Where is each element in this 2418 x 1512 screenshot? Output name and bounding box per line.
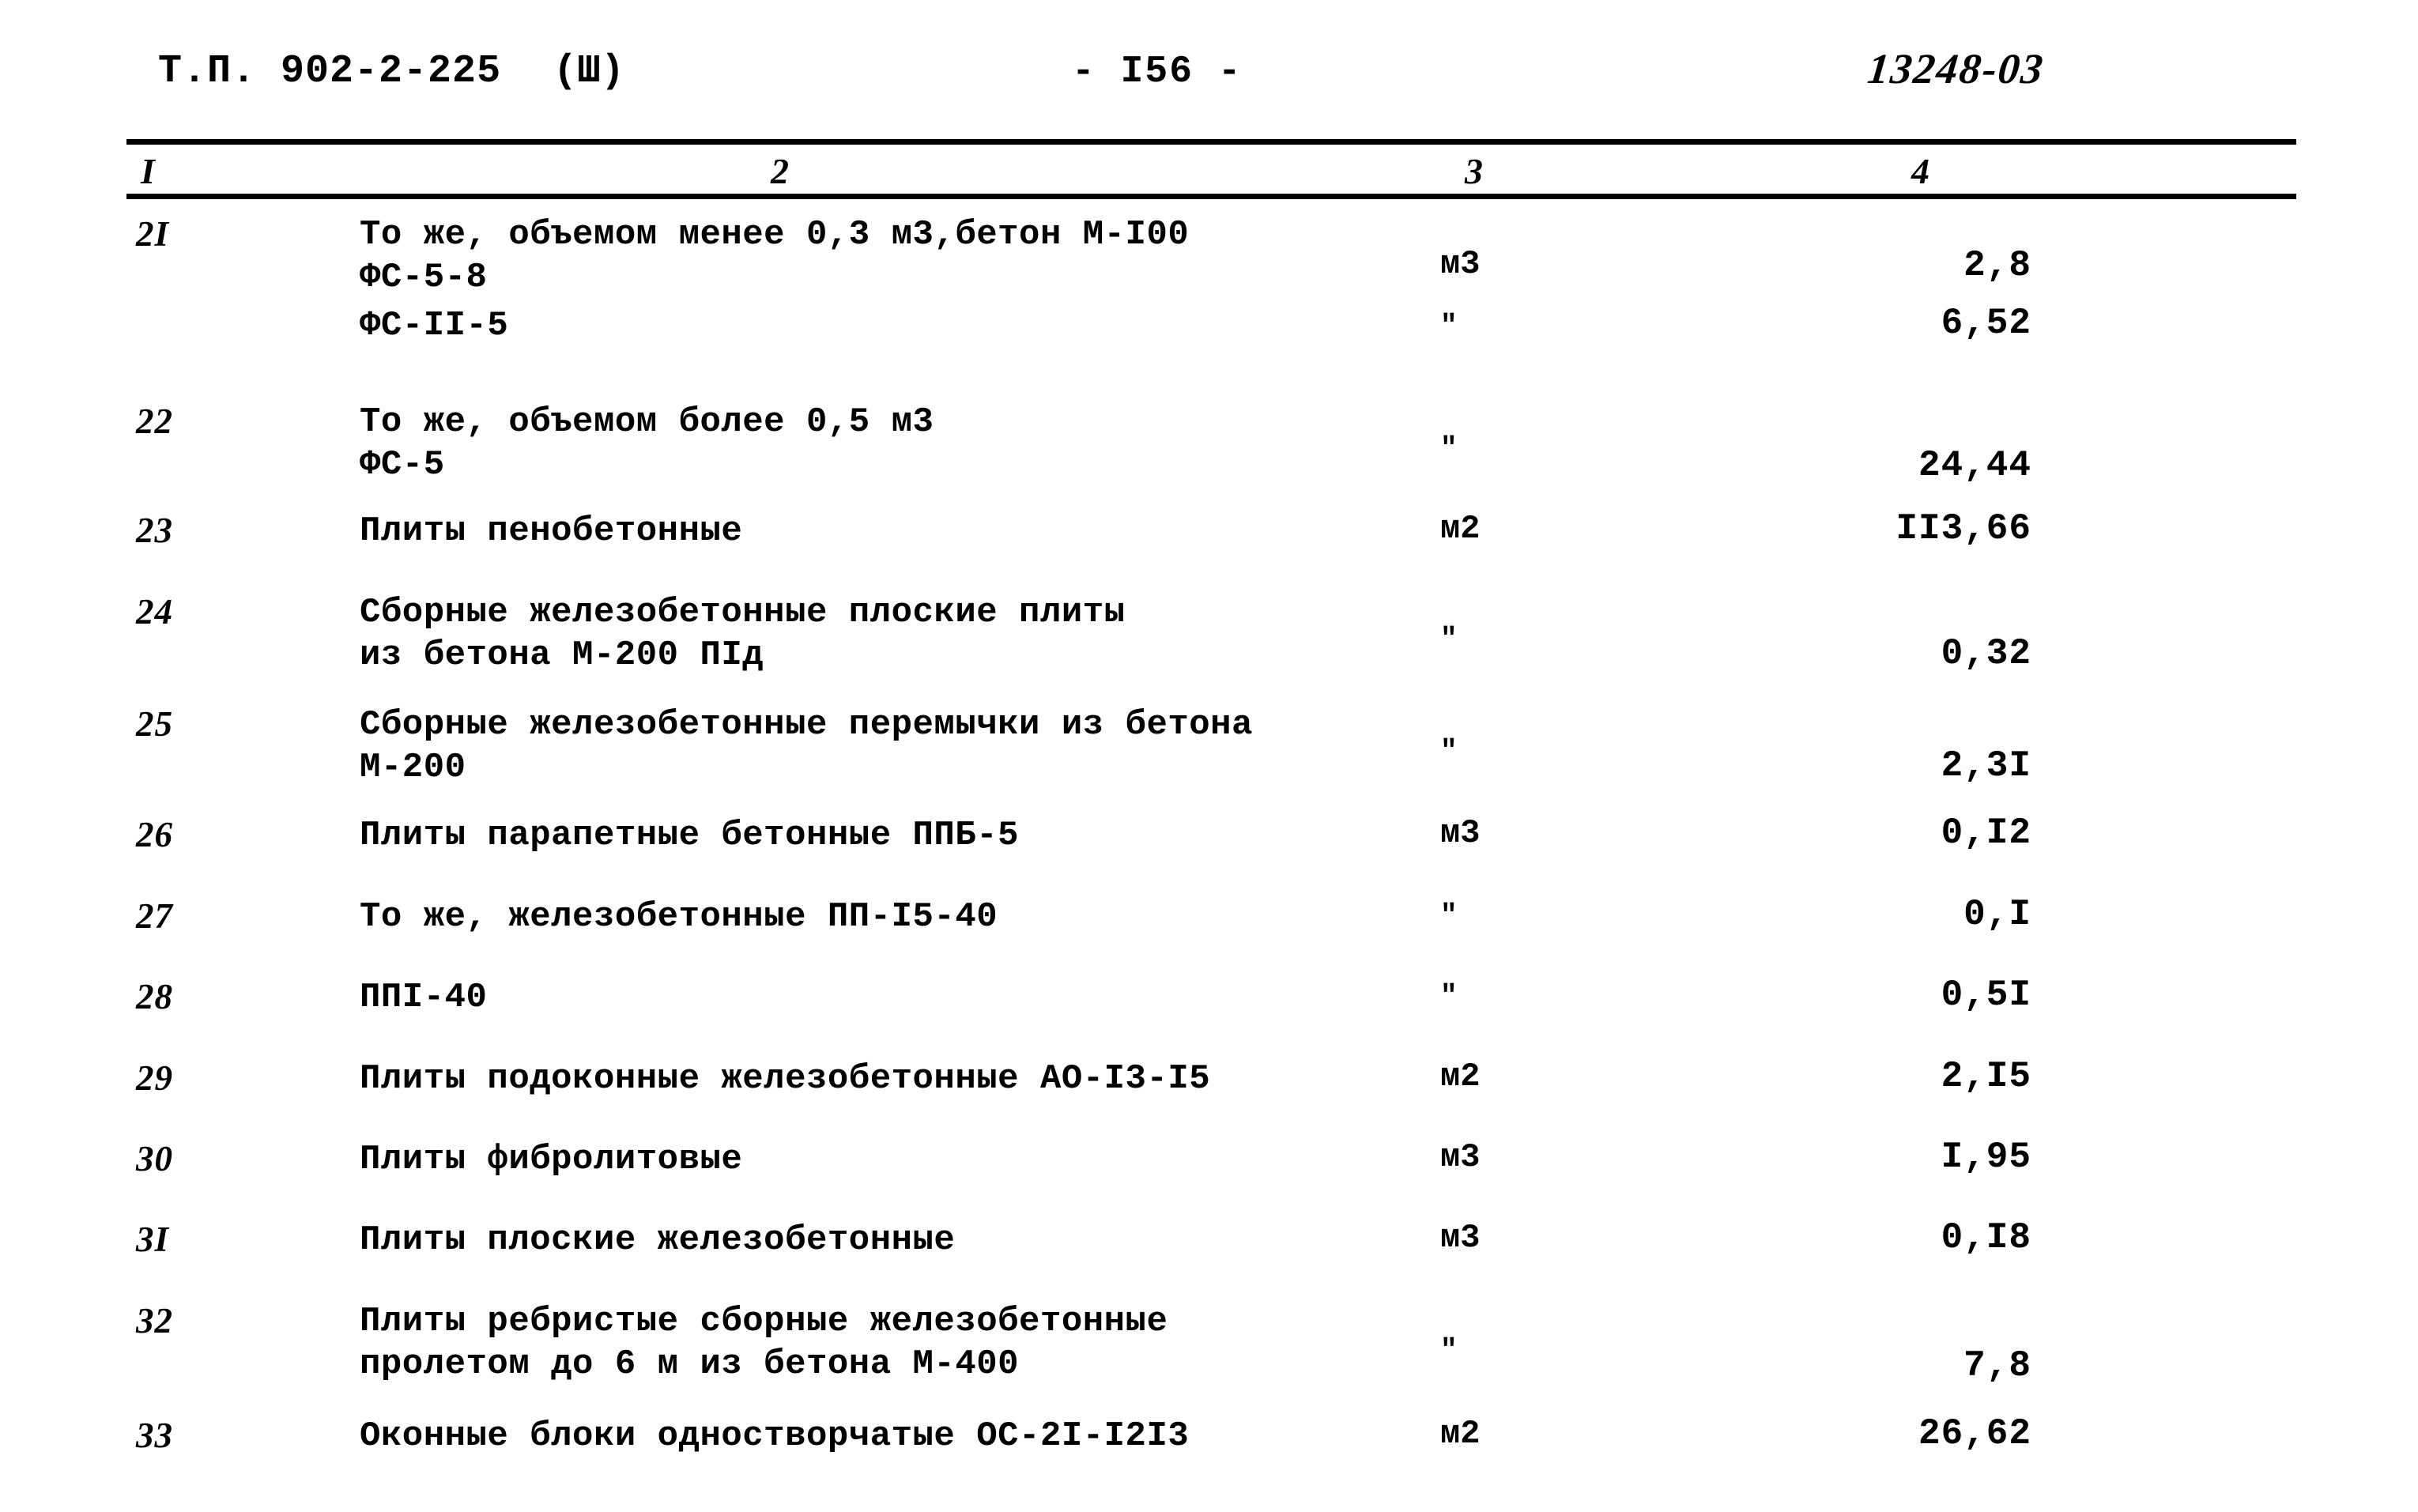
row-value: 0,32: [1941, 633, 2031, 674]
page-header: Т.П. 902-2-225 (Ш) - I56 - 13248-03: [0, 45, 2418, 104]
document-variant: (Ш): [553, 49, 625, 94]
row-number: 3I: [136, 1220, 170, 1259]
row-unit: ": [1440, 980, 1458, 1012]
archive-code-handwritten: 13248-03: [1865, 45, 2047, 92]
row-value: 0,I: [1963, 894, 2031, 935]
row-value: 26,62: [1918, 1413, 2031, 1454]
document-page: Т.П. 902-2-225 (Ш) - I56 - 13248-03 I 2 …: [0, 0, 2418, 1512]
row-number: 28: [136, 977, 173, 1016]
header-rule-top: [126, 139, 2296, 145]
row-unit: м3: [1440, 245, 1481, 283]
row-description: Плиты подоконные железобетонные АО-I3-I5: [360, 1059, 1211, 1099]
row-value: 0,5I: [1941, 975, 2031, 1016]
row-unit: м3: [1440, 1138, 1481, 1176]
row-unit: ": [1440, 623, 1458, 655]
row-description: Плиты ребристые сборные железобетонные п…: [360, 1302, 1168, 1384]
row-unit: ": [1440, 432, 1458, 465]
row-unit: м3: [1440, 1219, 1481, 1257]
row-description: Плиты фибролитовые: [360, 1140, 743, 1179]
row-value: 0,I2: [1941, 813, 2031, 854]
row-description: ППI-40: [360, 978, 488, 1017]
row-number: 30: [136, 1139, 173, 1178]
row-unit: ": [1440, 899, 1458, 932]
row-description: Плиты парапетные бетонные ППБ-5: [360, 816, 1020, 855]
row-value: 6,52: [1941, 303, 2031, 344]
row-number: 22: [136, 402, 173, 441]
column-header-2: 2: [771, 151, 789, 191]
row-description: Плиты плоские железобетонные: [360, 1220, 956, 1260]
column-header-1: I: [141, 151, 155, 191]
row-description: Сборные железобетонные перемычки из бето…: [360, 705, 1253, 787]
row-unit: м2: [1440, 510, 1481, 548]
row-number: 23: [136, 511, 173, 550]
row-number: 29: [136, 1058, 173, 1098]
page-number: - I56 -: [1072, 51, 1243, 93]
row-value: II3,66: [1896, 508, 2031, 549]
row-number: 25: [136, 704, 173, 744]
row-number: 24: [136, 592, 173, 632]
row-number: 32: [136, 1301, 173, 1340]
row-unit: ": [1440, 735, 1458, 767]
row-unit: м2: [1440, 1415, 1481, 1453]
row-description: Оконные блоки одностворчатые ОС-2I-I2I3: [360, 1416, 1190, 1456]
column-header-4: 4: [1911, 151, 1929, 191]
row-unit: м2: [1440, 1058, 1481, 1095]
row-value: 2,8: [1963, 245, 2031, 286]
row-value: 7,8: [1963, 1345, 2031, 1386]
row-number: 2I: [136, 214, 170, 254]
row-unit: ": [1440, 1334, 1458, 1367]
row-number: 27: [136, 896, 173, 936]
row-value: I,95: [1941, 1137, 2031, 1178]
row-description: ФС-II-5: [360, 306, 509, 345]
row-value: 2,3I: [1941, 745, 2031, 786]
row-value: 0,I8: [1941, 1217, 2031, 1258]
row-unit: ": [1440, 310, 1458, 342]
row-description: Сборные железобетонные плоские плиты из …: [360, 593, 1126, 675]
row-description: То же, железобетонные ПП-I5-40: [360, 897, 998, 937]
row-description: Плиты пенобетонные: [360, 511, 743, 551]
row-value: 24,44: [1918, 445, 2031, 486]
row-number: 33: [136, 1416, 173, 1455]
row-description: То же, объемом более 0,5 м3 ФС-5: [360, 402, 934, 485]
row-unit: м3: [1440, 814, 1481, 852]
row-description: То же, объемом менее 0,3 м3,бетон М-I00 …: [360, 215, 1190, 297]
document-code: Т.П. 902-2-225: [158, 49, 502, 94]
row-number: 26: [136, 815, 173, 854]
row-value: 2,I5: [1941, 1056, 2031, 1097]
column-header-3: 3: [1465, 151, 1483, 191]
header-rule-bottom: [126, 194, 2296, 199]
